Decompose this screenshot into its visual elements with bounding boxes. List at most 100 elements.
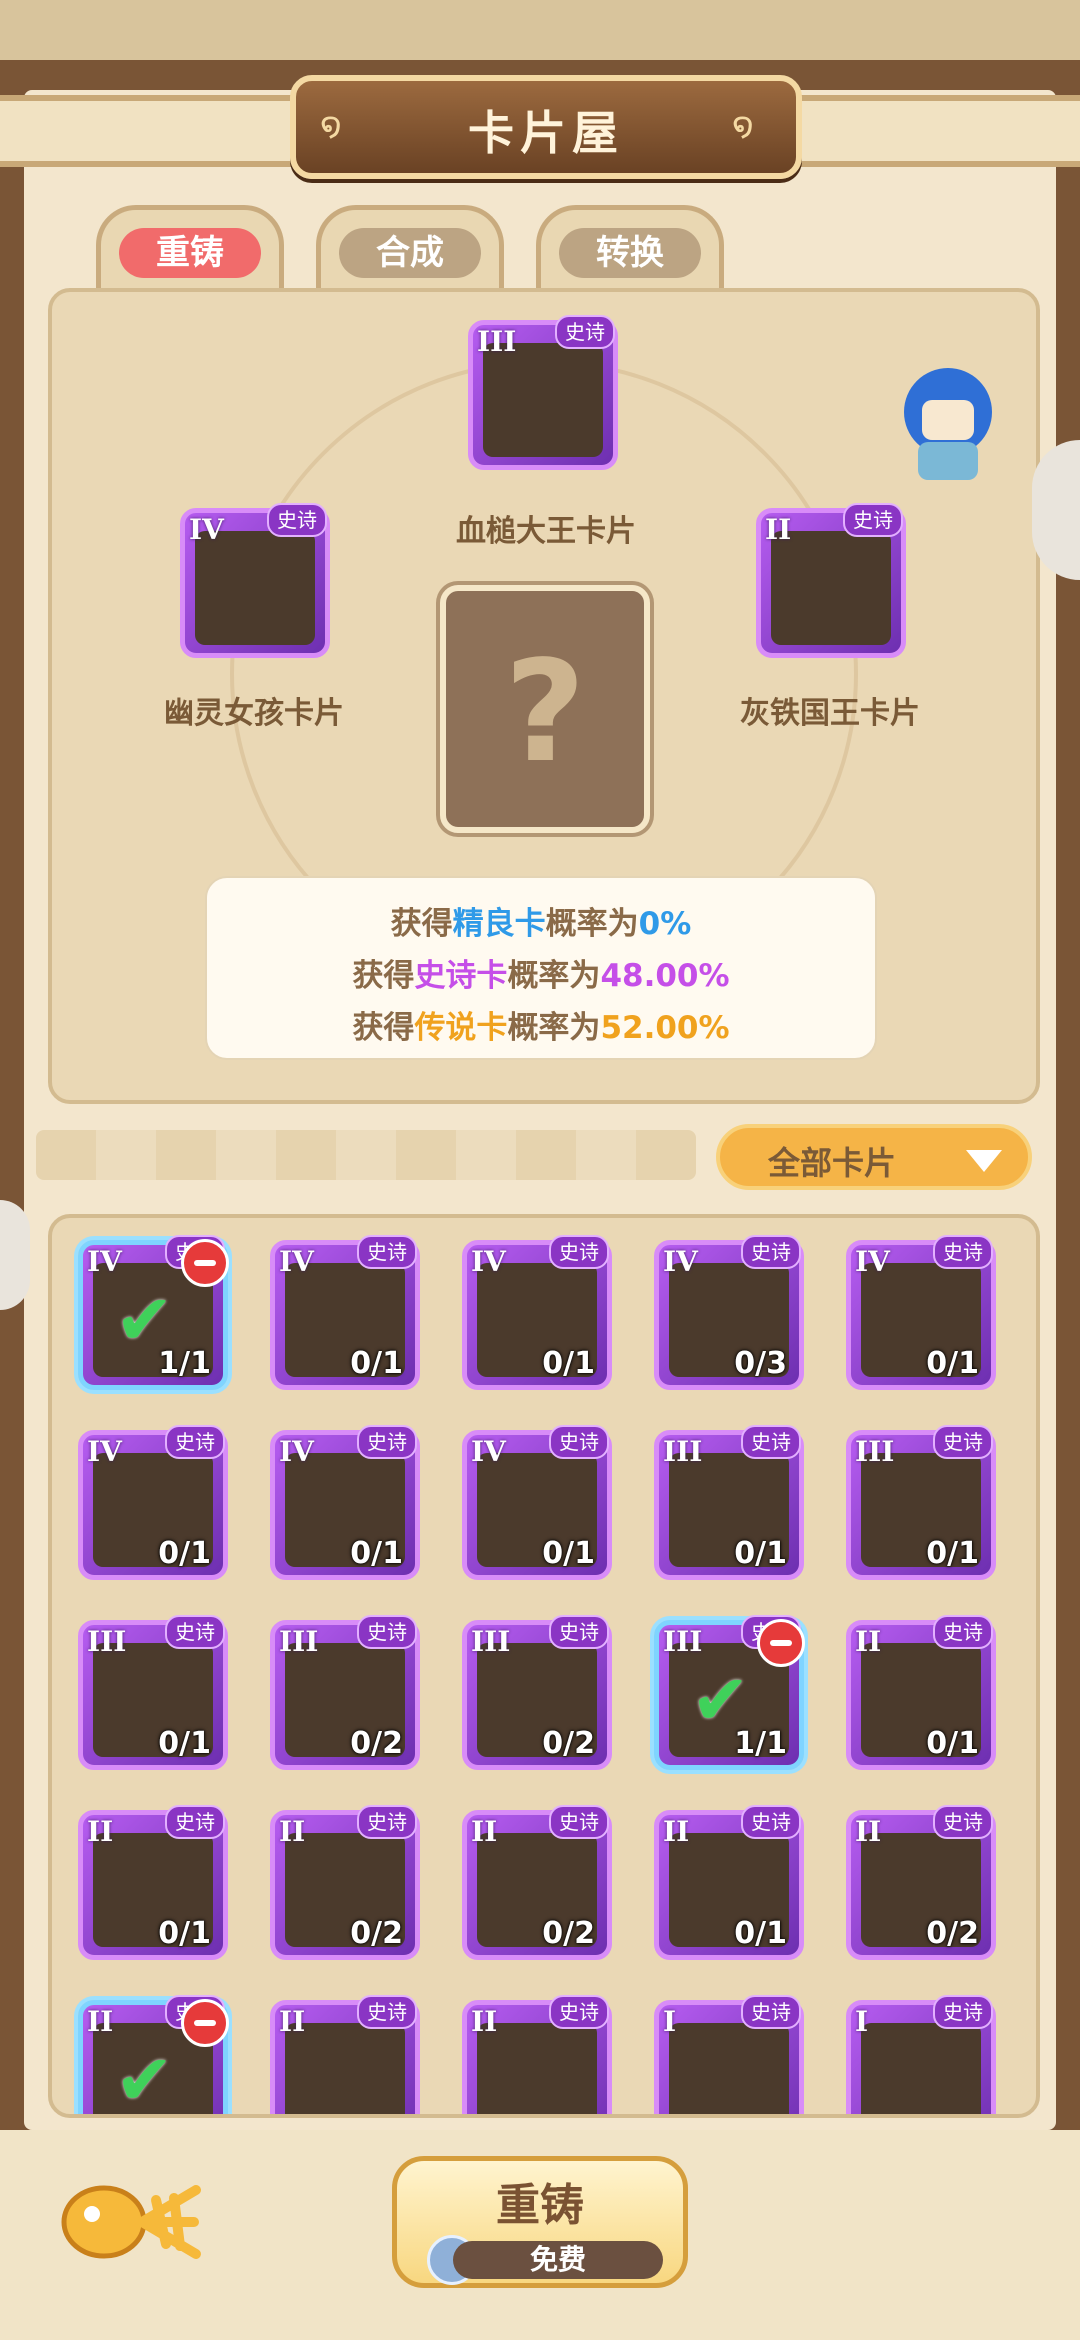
card-rarity-badge: 史诗: [165, 1615, 225, 1649]
page-title: 卡片屋: [468, 106, 624, 160]
selected-check-icon: ✔: [115, 1279, 174, 1361]
inventory-card[interactable]: II史诗✔: [78, 1995, 229, 2114]
card-tier: IV: [279, 1245, 314, 1278]
card-tier: II: [471, 1815, 498, 1848]
source-card-right-name: 灰铁国王卡片: [740, 696, 920, 731]
card-portrait: [483, 343, 603, 457]
inventory-card[interactable]: III 史诗 0/1: [78, 1615, 228, 1770]
inventory-card[interactable]: II 史诗 0/1: [78, 1805, 228, 1960]
card-count: 0/1: [158, 1726, 211, 1761]
remove-card-button[interactable]: [181, 1239, 229, 1287]
inventory-card[interactable]: IV 史诗 0/1: [462, 1425, 612, 1580]
prob-mid: 概率为: [507, 958, 601, 994]
guide-character-avatar[interactable]: [888, 360, 1008, 490]
card-tier: III: [855, 1435, 895, 1468]
inventory-card[interactable]: II 史诗 0/2: [462, 1805, 612, 1960]
source-card-top-name: 血槌大王卡片: [456, 514, 636, 549]
card-tier: IV: [663, 1245, 698, 1278]
card-tier: II: [765, 513, 792, 546]
card-count: 0/2: [350, 1726, 403, 1761]
inventory-card[interactable]: II 史诗 0/1: [654, 1805, 804, 1960]
tab-convert-label: 转换: [559, 228, 701, 278]
source-card-left[interactable]: IV 史诗: [180, 503, 330, 658]
inventory-card[interactable]: III史诗1/1✔: [654, 1615, 805, 1770]
card-tier: II: [855, 1815, 882, 1848]
result-card-slot: ?: [440, 585, 650, 833]
card-tier: II: [87, 2005, 114, 2038]
inventory-card[interactable]: IV 史诗 0/1: [78, 1425, 228, 1580]
card-tier: IV: [855, 1245, 890, 1278]
card-rarity-badge: 史诗: [549, 1235, 609, 1269]
remove-card-button[interactable]: [181, 1999, 229, 2047]
inventory-card[interactable]: IV 史诗 0/1: [846, 1235, 996, 1390]
card-tier: IV: [87, 1245, 122, 1278]
card-tier: II: [663, 1815, 690, 1848]
inventory-card[interactable]: III 史诗 0/2: [270, 1615, 420, 1770]
card-count: 0/3: [734, 1346, 787, 1381]
card-rarity-badge: 史诗: [741, 1995, 801, 2029]
card-filter-dropdown[interactable]: 全部卡片: [716, 1124, 1032, 1190]
prob-prefix: 获得: [352, 958, 415, 994]
card-count: 0/1: [926, 1726, 979, 1761]
card-count: 0/1: [542, 1346, 595, 1381]
card-rarity-badge: 史诗: [933, 1615, 993, 1649]
card-count: 0/2: [350, 1916, 403, 1951]
card-count: 0/1: [542, 1536, 595, 1571]
card-count: 0/1: [350, 1346, 403, 1381]
tab-combine-label: 合成: [339, 228, 481, 278]
prob-value: 48.00%: [600, 958, 730, 994]
card-rarity-badge: 史诗: [549, 1805, 609, 1839]
inventory-card[interactable]: II 史诗: [462, 1995, 612, 2114]
card-tier: IV: [189, 513, 224, 546]
card-rarity-badge: 史诗: [165, 1805, 225, 1839]
inventory-card[interactable]: II 史诗 0/2: [846, 1805, 996, 1960]
source-card-left-name: 幽灵女孩卡片: [164, 696, 344, 731]
card-rarity-badge: 史诗: [933, 1805, 993, 1839]
prob-value: 0%: [638, 906, 692, 942]
card-rarity-badge: 史诗: [357, 1425, 417, 1459]
inventory-card[interactable]: IV 史诗 0/1: [462, 1235, 612, 1390]
inventory-card[interactable]: IV史诗1/1✔: [78, 1235, 229, 1390]
inventory-card[interactable]: I 史诗: [654, 1995, 804, 2114]
prob-prefix: 获得: [352, 1010, 415, 1046]
card-tier: III: [477, 325, 517, 358]
card-count: 0/2: [542, 1916, 595, 1951]
inventory-card[interactable]: II 史诗: [270, 1995, 420, 2114]
card-rarity-badge: 史诗: [933, 1995, 993, 2029]
card-rarity-badge: 史诗: [267, 503, 327, 537]
prob-card-type: 传说卡: [414, 1010, 508, 1046]
source-card-right[interactable]: II 史诗: [756, 503, 906, 658]
inventory-card[interactable]: IV 史诗 0/3: [654, 1235, 804, 1390]
tab-reforge-label: 重铸: [119, 228, 261, 278]
inventory-card[interactable]: III 史诗 0/1: [654, 1425, 804, 1580]
fish-bone-icon[interactable]: [56, 2170, 206, 2270]
card-tier: II: [471, 2005, 498, 2038]
card-tier: II: [855, 1625, 882, 1658]
card-rarity-badge: 史诗: [357, 1235, 417, 1269]
remove-card-button[interactable]: [757, 1619, 805, 1667]
inventory-card[interactable]: II 史诗 0/1: [846, 1615, 996, 1770]
card-count: 0/1: [158, 1536, 211, 1571]
probability-line-fine: 获得精良卡概率为0%: [207, 898, 875, 943]
tab-convert[interactable]: 转换: [536, 205, 724, 290]
reforge-button[interactable]: 重铸 免费: [392, 2156, 688, 2288]
title-plate: ໑ 卡片屋 ໑: [290, 75, 802, 179]
card-rarity-badge: 史诗: [741, 1235, 801, 1269]
card-rarity-badge: 史诗: [549, 1995, 609, 2029]
card-count: 0/1: [926, 1346, 979, 1381]
tab-combine[interactable]: 合成: [316, 205, 504, 290]
card-tier: IV: [279, 1435, 314, 1468]
inventory-card[interactable]: IV 史诗 0/1: [270, 1235, 420, 1390]
card-tier: III: [663, 1435, 703, 1468]
card-count: 0/1: [734, 1916, 787, 1951]
inventory-card[interactable]: I 史诗: [846, 1995, 996, 2114]
inventory-card[interactable]: II 史诗 0/2: [270, 1805, 420, 1960]
inventory-card[interactable]: III 史诗 0/2: [462, 1615, 612, 1770]
inventory-card[interactable]: III 史诗 0/1: [846, 1425, 996, 1580]
inventory-card[interactable]: IV 史诗 0/1: [270, 1425, 420, 1580]
card-tier: III: [663, 1625, 703, 1658]
prob-mid: 概率为: [545, 906, 639, 942]
source-card-top[interactable]: III 史诗: [468, 315, 618, 470]
side-drawer-handle-left[interactable]: [0, 1200, 30, 1310]
tab-reforge[interactable]: 重铸: [96, 205, 284, 290]
